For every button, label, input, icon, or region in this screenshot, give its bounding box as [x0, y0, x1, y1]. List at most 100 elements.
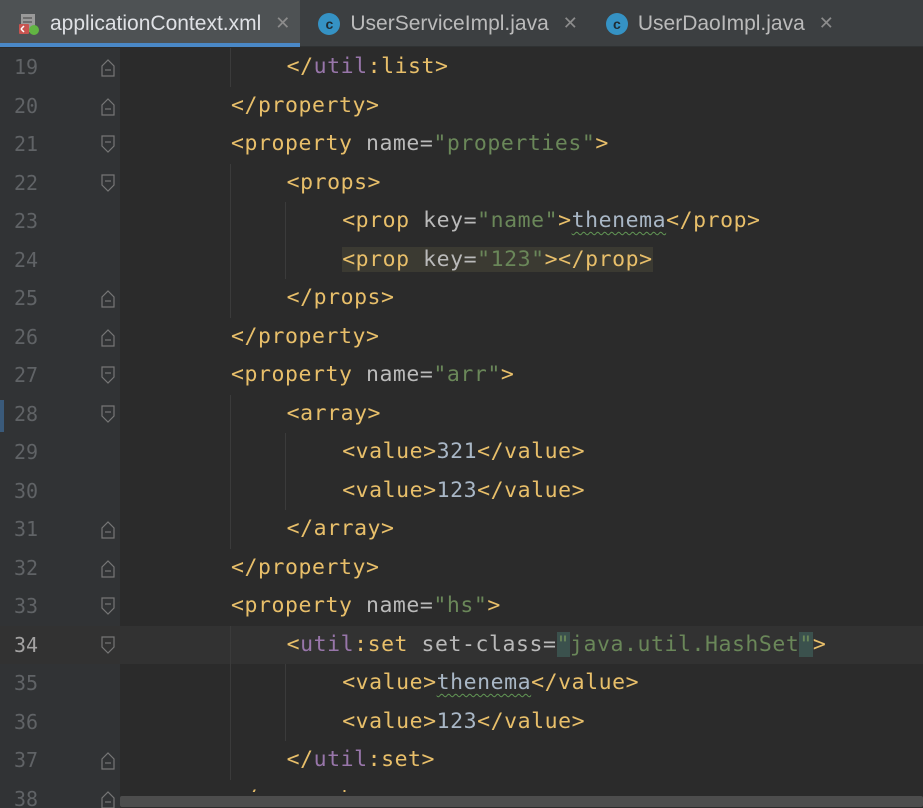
text-content: thenema	[571, 208, 667, 233]
indent-guide	[229, 510, 231, 549]
code-text[interactable]: </util:list>	[287, 48, 449, 87]
text-content: 321	[436, 439, 478, 464]
xml-tag: <value>	[342, 439, 437, 464]
fold-end-icon[interactable]	[100, 559, 116, 578]
code-line[interactable]: 32 </property>	[0, 549, 923, 588]
fold-collapse-icon[interactable]	[100, 404, 116, 424]
code-line[interactable]: 26 </property>	[0, 318, 923, 357]
indent-guide	[285, 471, 287, 510]
code-line[interactable]: 23 <prop key="name">thenema</prop>	[0, 202, 923, 241]
indent-guide	[229, 433, 231, 472]
code-line[interactable]: 31 </array>	[0, 510, 923, 549]
code-line[interactable]: 24 <prop key="123"></prop>	[0, 240, 923, 280]
indent-guide	[229, 163, 231, 202]
code-line[interactable]: 21 <property name="properties">	[0, 125, 923, 164]
line-number[interactable]: 33	[14, 587, 54, 626]
code-text[interactable]: <prop key="name">thenema</prop>	[342, 202, 760, 241]
code-line[interactable]: 30 <value>123</value>	[0, 471, 923, 511]
code-line[interactable]: 19 </util:list>	[0, 48, 923, 87]
line-number[interactable]: 19	[14, 48, 54, 87]
line-number[interactable]: 32	[14, 549, 54, 588]
line-number[interactable]: 27	[14, 356, 54, 395]
fold-collapse-icon[interactable]	[100, 597, 116, 616]
fold-end-icon[interactable]	[100, 58, 116, 77]
line-number[interactable]: 28	[14, 395, 54, 434]
code-line[interactable]: 28 <array>	[0, 394, 923, 434]
indent-guide	[285, 202, 287, 241]
code-line[interactable]: 36 <value>123</value>	[0, 702, 923, 742]
line-number[interactable]: 20	[14, 87, 54, 126]
code-text[interactable]: <props>	[287, 164, 381, 203]
code-text[interactable]: <value>321</value>	[342, 433, 585, 472]
line-number[interactable]: 26	[14, 318, 54, 357]
editor-tab-bar: applicationContext.xml ✕ c UserServiceIm…	[0, 0, 923, 47]
code-line[interactable]: 33 <property name="hs">	[0, 587, 923, 626]
code-line[interactable]: 35 <value>thenema</value>	[0, 664, 923, 703]
line-number[interactable]: 29	[14, 433, 54, 472]
code-text[interactable]: </util:set>	[287, 741, 435, 780]
code-text[interactable]: <prop key="123"></prop>	[342, 241, 653, 280]
line-number[interactable]: 25	[14, 279, 54, 318]
fold-end-icon[interactable]	[100, 328, 116, 347]
code-editor[interactable]: 19 </util:list> 20 </property> 21 <property n…	[0, 48, 923, 808]
code-text[interactable]: <array>	[287, 395, 381, 434]
code-text[interactable]: </property>	[231, 318, 379, 357]
fold-end-icon[interactable]	[100, 520, 116, 539]
code-line[interactable]: 29 <value>321</value>	[0, 433, 923, 472]
xml-tag: </value>	[531, 670, 640, 695]
line-number[interactable]: 36	[14, 703, 54, 742]
close-icon[interactable]: ✕	[819, 13, 834, 34]
code-text[interactable]: <value>thenema</value>	[342, 664, 639, 703]
fold-collapse-icon[interactable]	[100, 366, 116, 385]
xml-tag: <prop	[342, 208, 410, 233]
line-number[interactable]: 22	[14, 164, 54, 203]
code-text[interactable]: <property name="hs">	[231, 587, 501, 626]
scrollbar-thumb[interactable]	[120, 796, 923, 807]
attribute-value: "name"	[477, 208, 559, 233]
close-icon[interactable]: ✕	[563, 13, 578, 34]
code-line[interactable]: 20 </property>	[0, 87, 923, 126]
code-line[interactable]: 37 </util:set>	[0, 741, 923, 780]
code-text[interactable]: </props>	[287, 279, 395, 318]
xml-tag: <property	[231, 593, 353, 618]
code-text[interactable]: <value>123</value>	[342, 703, 585, 742]
xml-tag: >	[487, 593, 501, 618]
code-line[interactable]: 22 <props>	[0, 163, 923, 203]
highlighted-selection: <prop key="123"></prop>	[342, 246, 653, 272]
line-number[interactable]: 35	[14, 664, 54, 703]
code-text[interactable]: </property>	[231, 87, 379, 126]
tab-user-service-impl[interactable]: c UserServiceImpl.java ✕	[300, 0, 588, 47]
fold-end-icon[interactable]	[100, 751, 116, 770]
code-text[interactable]: <property name="arr">	[231, 356, 514, 395]
fold-end-icon[interactable]	[100, 790, 116, 808]
tab-label: applicationContext.xml	[50, 11, 262, 35]
line-number[interactable]: 24	[14, 241, 54, 280]
code-text[interactable]: <value>123</value>	[342, 472, 585, 511]
line-number[interactable]: 38	[14, 780, 54, 808]
code-text[interactable]: </array>	[287, 510, 395, 549]
code-text[interactable]: <util:set set-class="java.util.HashSet">	[287, 626, 827, 665]
line-number[interactable]: 34	[14, 626, 54, 665]
fold-end-icon[interactable]	[100, 289, 116, 308]
fold-end-icon[interactable]	[100, 97, 116, 116]
xml-tag: <props>	[286, 169, 382, 195]
line-number[interactable]: 31	[14, 510, 54, 549]
quote-mark: "	[556, 631, 570, 657]
horizontal-scrollbar[interactable]	[120, 792, 923, 808]
line-number[interactable]: 21	[14, 125, 54, 164]
line-number[interactable]: 30	[14, 472, 54, 511]
close-icon[interactable]: ✕	[275, 13, 290, 34]
line-number[interactable]: 23	[14, 202, 54, 241]
xml-tag: </props>	[286, 285, 395, 310]
code-line[interactable]: 25 </props>	[0, 279, 923, 318]
code-text[interactable]: <property name="properties">	[231, 125, 609, 164]
fold-collapse-icon[interactable]	[100, 135, 116, 154]
tab-application-context-xml[interactable]: applicationContext.xml ✕	[0, 0, 301, 47]
code-line[interactable]: 27 <property name="arr">	[0, 356, 923, 395]
line-number[interactable]: 37	[14, 741, 54, 780]
fold-collapse-icon[interactable]	[100, 635, 116, 655]
code-text[interactable]: </property>	[231, 549, 379, 588]
fold-collapse-icon[interactable]	[100, 173, 116, 193]
code-line[interactable]: 34 <util:set set-class="java.util.HashSet…	[0, 625, 923, 665]
tab-user-dao-impl[interactable]: c UserDaoImpl.java ✕	[588, 0, 844, 47]
